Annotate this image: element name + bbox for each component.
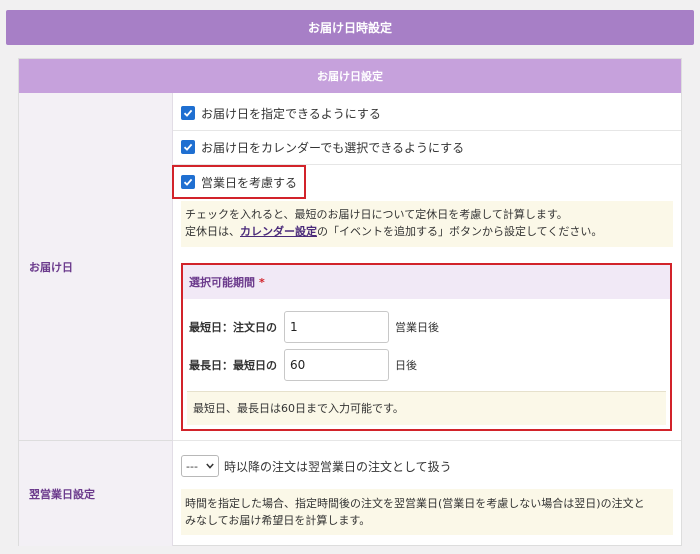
note-line: みなしてお届け希望日を計算します。 — [185, 514, 371, 527]
note-line: 定休日は、カレンダー設定の「イベントを追加する」ボタンから設定してください。 — [185, 223, 669, 240]
option-label: 営業日を考慮する — [201, 175, 298, 190]
note-text: の「イベントを追加する」ボタンから設定してください。 — [317, 225, 603, 238]
select-value: --- — [186, 459, 198, 473]
period-note: 最短日、最長日は60日まで入力可能です。 — [187, 391, 666, 425]
option-specify-delivery-date[interactable]: お届け日を指定できるようにする — [181, 101, 381, 125]
business-day-note: チェックを入れると、最短のお届け日について定休日を考慮して計算します。 定休日は… — [181, 201, 673, 247]
min-date-row: 最短日：注文日の 1 営業日後 — [189, 311, 439, 343]
checkbox-checked-icon[interactable] — [181, 175, 195, 189]
max-date-row: 最長日：最短日の 60 日後 — [189, 349, 417, 381]
panel-title: お届け日設定 — [19, 59, 681, 93]
delivery-settings-panel: お届け日設定 お届け日 お届け日を指定できるようにする お届け日をカレンダーでも… — [18, 58, 682, 546]
note-line: 時間を指定した場合、指定時間後の注文を翌営業日(営業日を考慮しない場合は翌日)の… — [185, 497, 645, 510]
divider — [173, 440, 681, 441]
next-day-note: 時間を指定した場合、指定時間後の注文を翌営業日(営業日を考慮しない場合は翌日)の… — [181, 489, 673, 535]
next-business-day-label: 翌営業日設定 — [19, 440, 173, 546]
min-date-unit: 営業日後 — [395, 321, 439, 334]
note-text: 定休日は、 — [185, 225, 240, 238]
max-date-input[interactable]: 60 — [284, 349, 389, 381]
option-calendar-select[interactable]: お届け日をカレンダーでも選択できるようにする — [181, 135, 464, 159]
period-heading: 選択可能期間 * — [183, 265, 670, 299]
option-label: お届け日をカレンダーでも選択できるようにする — [201, 140, 465, 155]
divider — [173, 130, 681, 131]
max-date-unit: 日後 — [395, 359, 417, 372]
cutoff-description: 時以降の注文は翌営業日の注文として扱う — [224, 460, 452, 474]
option-consider-business-days[interactable]: 営業日を考慮する — [181, 170, 297, 194]
page-title: お届け日時設定 — [6, 10, 694, 45]
checkbox-checked-icon[interactable] — [181, 140, 195, 154]
min-date-label: 最短日：注文日の — [189, 321, 277, 334]
calendar-settings-link[interactable]: カレンダー設定 — [240, 225, 317, 238]
option-label: お届け日を指定できるようにする — [201, 106, 381, 121]
delivery-date-label: お届け日 — [19, 93, 173, 440]
required-mark: * — [259, 275, 265, 289]
max-date-label: 最長日：最短日の — [189, 359, 277, 372]
note-line: チェックを入れると、最短のお届け日について定休日を考慮して計算します。 — [185, 208, 568, 221]
chevron-down-icon — [206, 463, 214, 469]
period-title: 選択可能期間 — [189, 276, 255, 289]
checkbox-checked-icon[interactable] — [181, 106, 195, 120]
cutoff-hour-select[interactable]: --- — [181, 455, 219, 477]
min-date-input[interactable]: 1 — [284, 311, 389, 343]
